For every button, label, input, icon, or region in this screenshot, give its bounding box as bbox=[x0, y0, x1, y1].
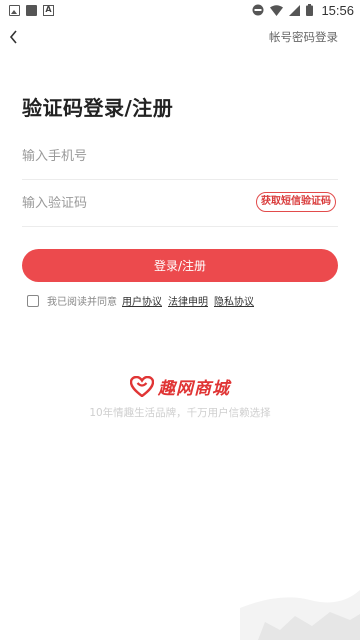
brand-name: 趣网商城 bbox=[158, 379, 230, 399]
top-bar: 帐号密码登录 bbox=[0, 24, 360, 50]
agreement-row: 我已阅读并同意 用户协议 法律申明 隐私协议 bbox=[27, 293, 254, 308]
status-bar: A 15:56 bbox=[0, 0, 360, 20]
agreement-text: 我已阅读并同意 bbox=[47, 297, 117, 308]
brand-block: 趣网商城 10年情趣生活品牌，千万用户信赖选择 bbox=[0, 374, 360, 420]
status-time: 15:56 bbox=[321, 2, 354, 18]
back-arrow-icon bbox=[9, 30, 17, 44]
status-bar-left: A bbox=[9, 4, 54, 16]
page-title: 验证码登录/注册 bbox=[22, 96, 174, 120]
password-login-link[interactable]: 帐号密码登录 bbox=[269, 29, 338, 45]
font-icon: A bbox=[43, 4, 54, 16]
code-field-row: 获取短信验证码 bbox=[22, 180, 338, 227]
signal-icon bbox=[289, 4, 301, 16]
phone-field-row bbox=[22, 133, 338, 180]
corner-decoration bbox=[240, 590, 360, 640]
verification-code-input[interactable] bbox=[22, 195, 242, 211]
user-agreement-link[interactable]: 用户协议 bbox=[122, 293, 162, 308]
do-not-disturb-icon bbox=[252, 4, 264, 16]
status-bar-right: 15:56 bbox=[252, 3, 354, 18]
brand-logo: 趣网商城 bbox=[0, 374, 360, 399]
image-icon bbox=[9, 4, 20, 16]
brand-slogan: 10年情趣生活品牌，千万用户信赖选择 bbox=[89, 407, 271, 419]
square-icon bbox=[26, 4, 37, 16]
agreement-checkbox[interactable] bbox=[27, 294, 39, 307]
back-button[interactable] bbox=[4, 24, 24, 50]
wifi-icon bbox=[270, 4, 284, 16]
phone-input[interactable] bbox=[22, 148, 242, 164]
heart-logo-icon bbox=[130, 376, 154, 397]
login-register-button[interactable]: 登录/注册 bbox=[22, 249, 338, 282]
legal-statement-link[interactable]: 法律申明 bbox=[168, 293, 208, 308]
battery-icon bbox=[306, 4, 314, 16]
privacy-policy-link[interactable]: 隐私协议 bbox=[214, 293, 254, 308]
get-sms-code-button[interactable]: 获取短信验证码 bbox=[256, 192, 336, 212]
